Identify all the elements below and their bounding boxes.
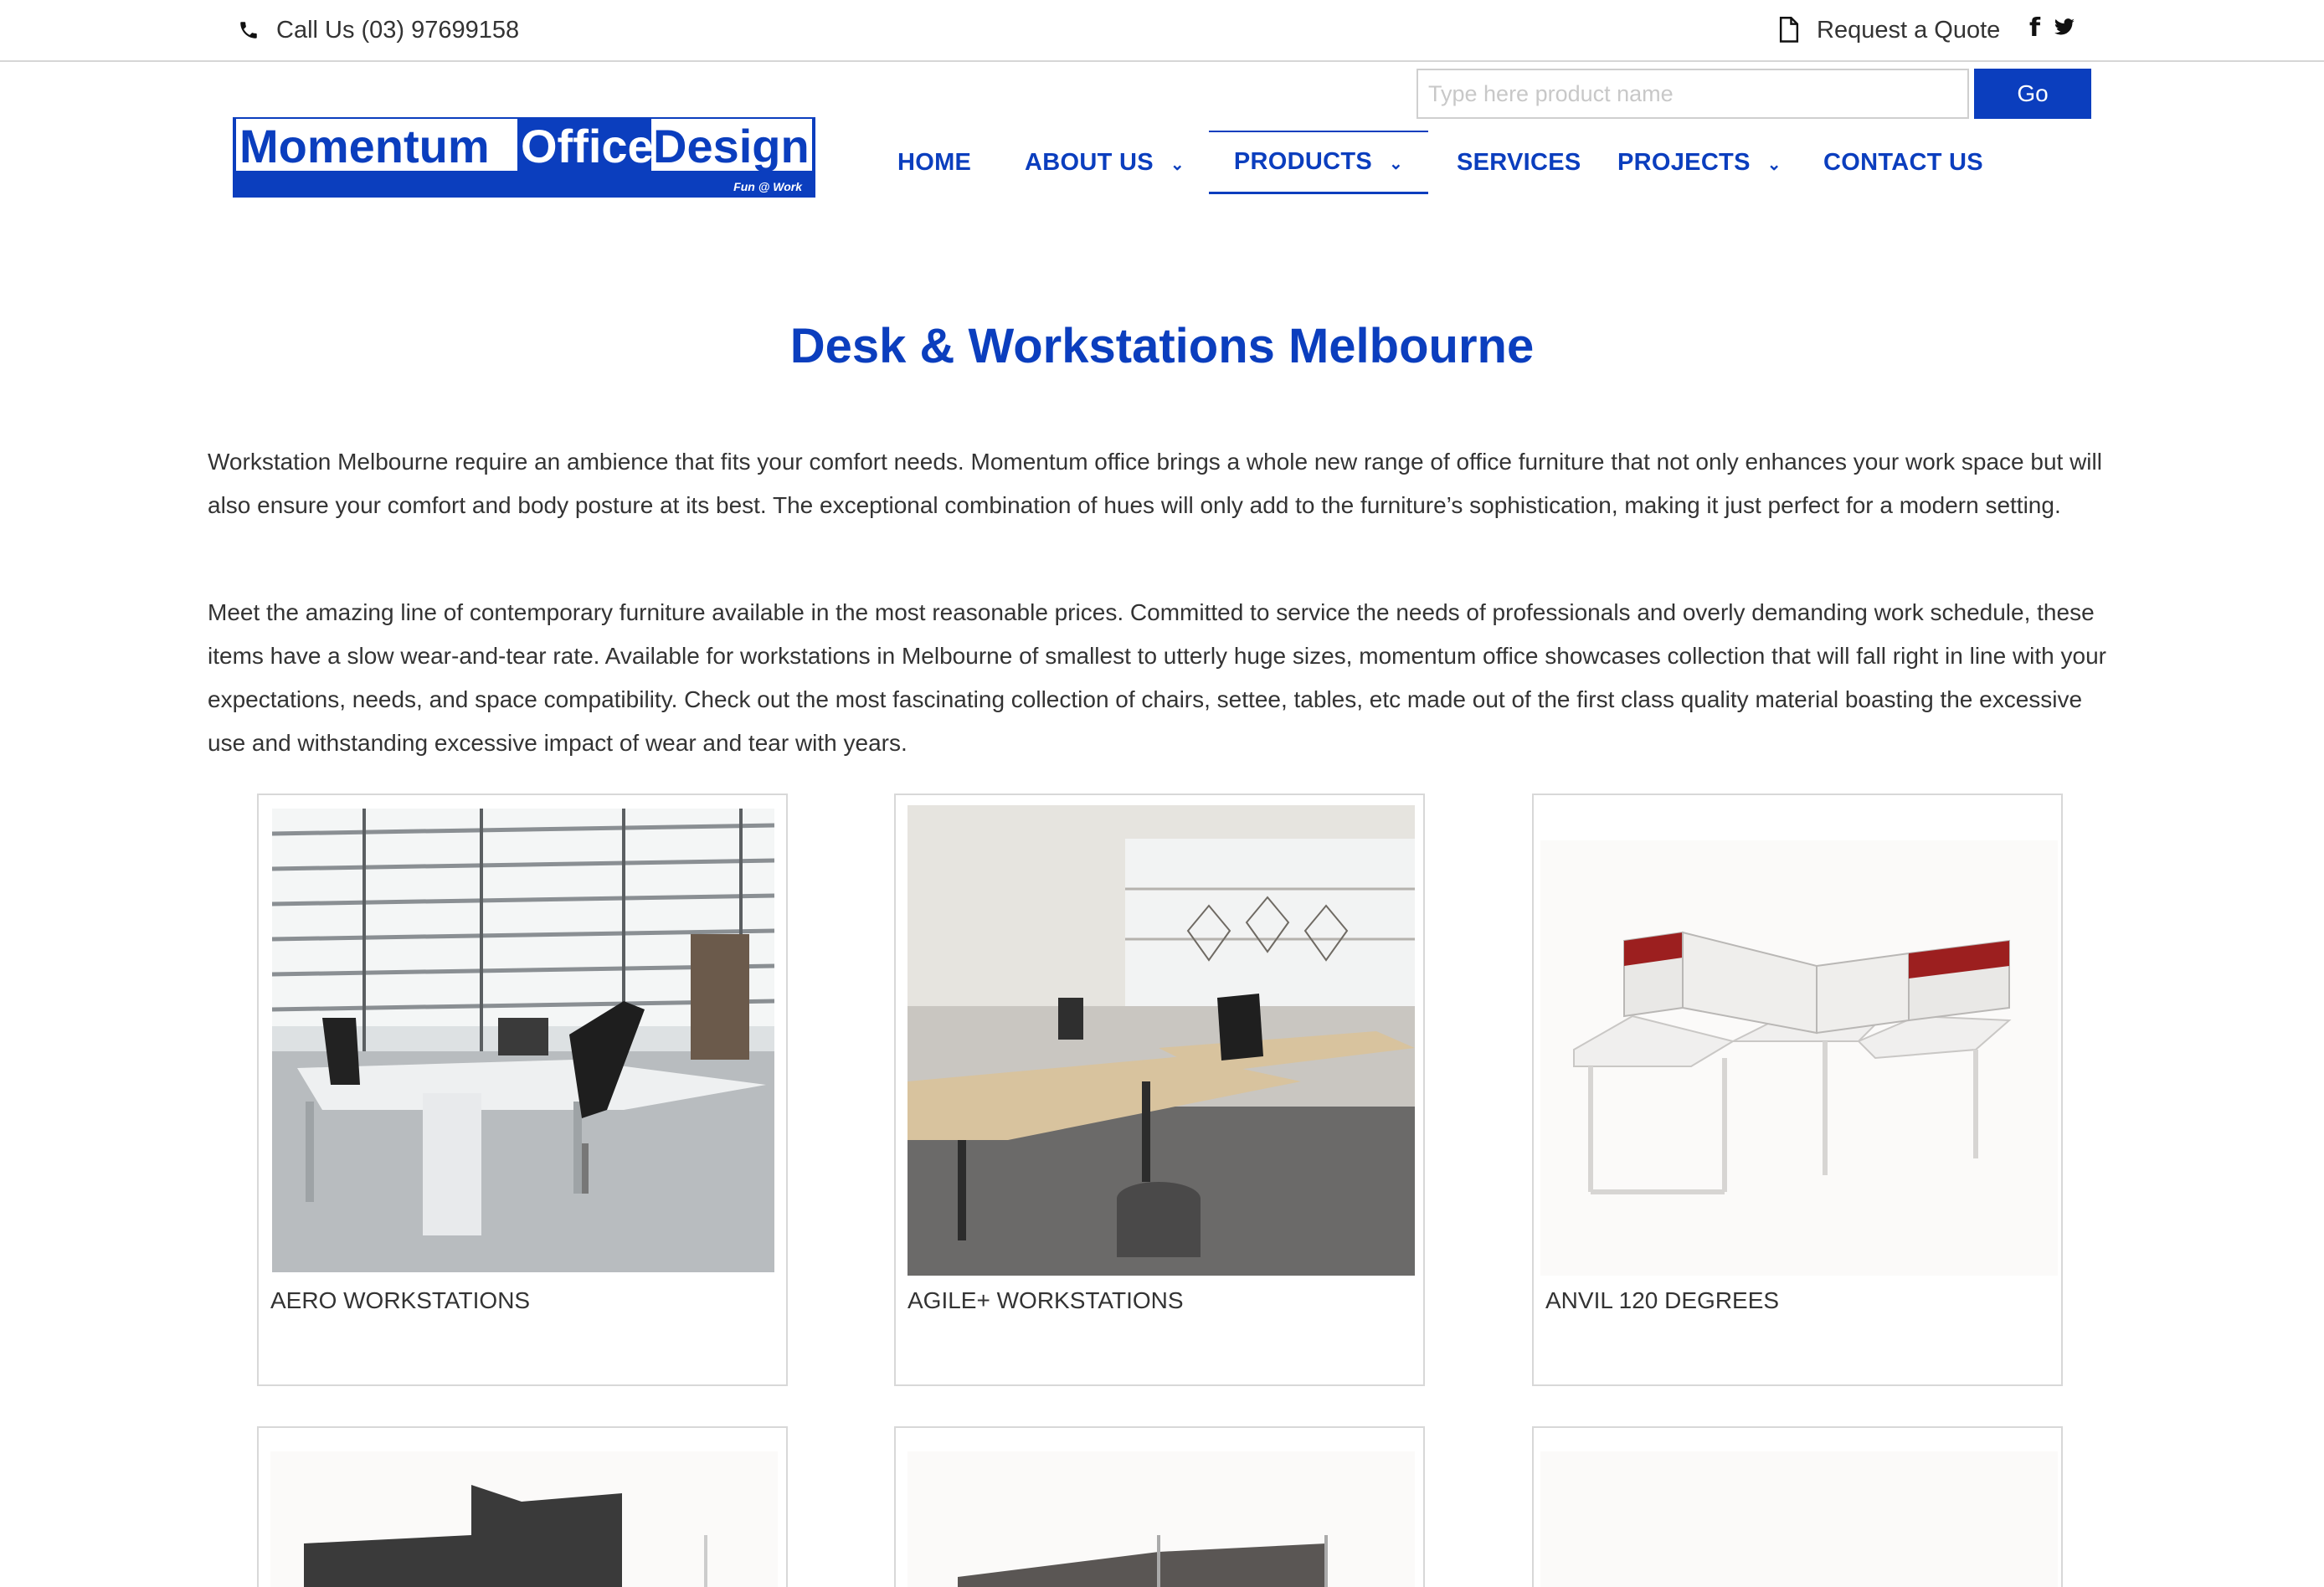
row2-2-photo — [907, 1451, 1415, 1587]
product-image-agile[interactable] — [907, 805, 1415, 1276]
top-bar: Call Us (03) 97699158 Request a Quote f — [0, 0, 2324, 62]
product-image-row2-3[interactable] — [1540, 1451, 2058, 1587]
logo-tagline: Fun @ Work — [733, 180, 803, 193]
aero-photo — [272, 809, 774, 1272]
intro-paragraph: Workstation Melbourne require an ambienc… — [208, 449, 2102, 518]
nav-products[interactable]: PRODUCTS ⌄ — [1209, 131, 1428, 194]
nav-projects[interactable]: PROJECTS ⌄ — [1617, 131, 1782, 194]
anvil-photo — [1540, 840, 2058, 1276]
product-image-anvil[interactable] — [1540, 840, 2058, 1276]
logo-word-office: Office — [521, 120, 654, 172]
chevron-down-icon: ⌄ — [1389, 155, 1404, 173]
company-logo[interactable]: Momentum Office Design Fun @ Work — [233, 110, 815, 198]
product-image-row2-1[interactable] — [270, 1451, 778, 1587]
nav-projects-label: PROJECTS — [1617, 148, 1751, 176]
product-card-row2-2[interactable] — [894, 1426, 1425, 1587]
nav-services-label: SERVICES — [1457, 148, 1581, 176]
facebook-icon[interactable]: f — [2029, 13, 2040, 43]
product-image-aero[interactable] — [272, 809, 774, 1272]
call-us-label: Call Us (03) 97699158 — [276, 16, 520, 44]
product-name[interactable]: AGILE+ WORKSTATIONS — [907, 1287, 1184, 1314]
nav-contact-us-label: CONTACT US — [1823, 148, 1983, 176]
phone-icon — [240, 22, 257, 39]
nav-home[interactable]: HOME — [897, 131, 971, 194]
product-card-row2-1[interactable] — [257, 1426, 788, 1587]
chevron-down-icon: ⌄ — [1170, 155, 1185, 174]
product-name[interactable]: AERO WORKSTATIONS — [270, 1287, 530, 1314]
document-icon — [1779, 17, 1799, 43]
agile-photo — [907, 805, 1415, 1276]
product-image-row2-2[interactable] — [907, 1451, 1415, 1587]
description-paragraph: Meet the amazing line of contemporary fu… — [208, 599, 2106, 756]
product-name[interactable]: ANVIL 120 DEGREES — [1545, 1287, 1779, 1314]
logo-word-momentum: Momentum — [239, 120, 490, 172]
social-links: f — [2029, 13, 2075, 43]
product-card-row2-3[interactable] — [1532, 1426, 2063, 1587]
product-card-aero[interactable]: AERO WORKSTATIONS — [257, 794, 788, 1386]
chevron-down-icon: ⌄ — [1766, 155, 1782, 174]
product-search-input[interactable] — [1417, 69, 1969, 119]
logo-word-design: Design — [653, 120, 810, 172]
request-quote-link[interactable]: Request a Quote — [1778, 13, 2000, 47]
main-nav: HOME ABOUT US ⌄ PRODUCTS ⌄ SERVICES PROJ… — [871, 131, 2043, 194]
product-card-agile[interactable]: AGILE+ WORKSTATIONS — [894, 794, 1425, 1386]
nav-home-label: HOME — [897, 148, 972, 176]
nav-contact-us[interactable]: CONTACT US — [1823, 131, 1983, 194]
row2-3-photo — [1540, 1451, 2058, 1587]
product-card-anvil[interactable]: ANVIL 120 DEGREES — [1532, 794, 2063, 1386]
request-quote-label: Request a Quote — [1817, 16, 2001, 44]
twitter-icon[interactable] — [2054, 18, 2075, 37]
nav-products-label: PRODUCTS — [1233, 148, 1373, 175]
row2-1-photo — [270, 1451, 778, 1587]
search-go-button[interactable]: Go — [1974, 69, 2091, 119]
nav-about-us-label: ABOUT US — [1025, 148, 1154, 176]
page-title: Desk & Workstations Melbourne — [789, 319, 1535, 373]
nav-services[interactable]: SERVICES — [1457, 131, 1581, 194]
call-us-link[interactable]: Call Us (03) 97699158 — [238, 13, 519, 47]
nav-about-us[interactable]: ABOUT US ⌄ — [1025, 131, 1185, 194]
